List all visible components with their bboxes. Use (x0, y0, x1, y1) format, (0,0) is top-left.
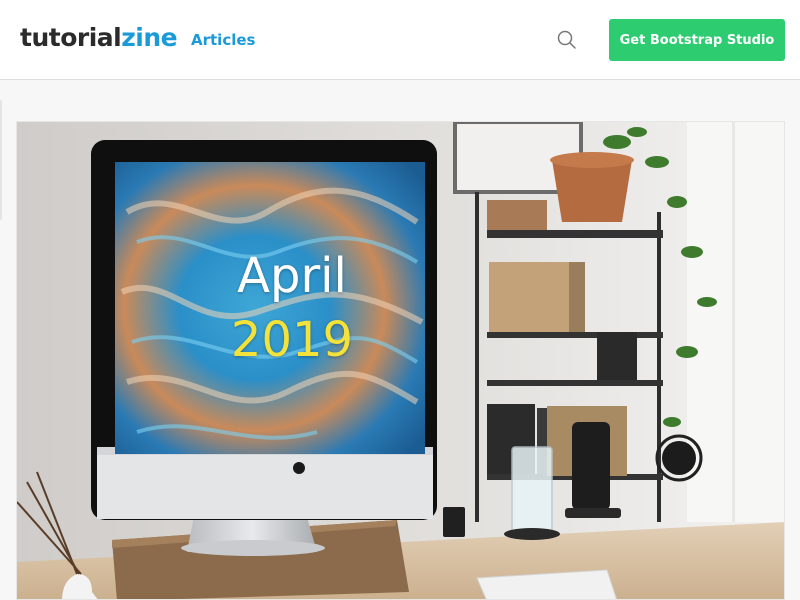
brand-text-tutorial: tutorial (20, 23, 122, 52)
brand-text-zine: zine (121, 23, 178, 52)
side-edge-tab (0, 100, 2, 220)
screen-month-label: April (237, 248, 347, 304)
navbar: tutorialzine Articles Get Bootstrap Stud… (0, 0, 800, 80)
nav-link-articles[interactable]: Articles (191, 30, 255, 50)
search-icon[interactable] (556, 29, 578, 51)
screen-year-label: 2019 (230, 312, 354, 368)
brand-logo[interactable]: tutorialzine (20, 22, 178, 54)
hero-image[interactable]: April 2019 (16, 121, 785, 600)
get-bootstrap-studio-button[interactable]: Get Bootstrap Studio (609, 19, 785, 61)
monitor-screen-text: April 2019 (137, 252, 447, 364)
